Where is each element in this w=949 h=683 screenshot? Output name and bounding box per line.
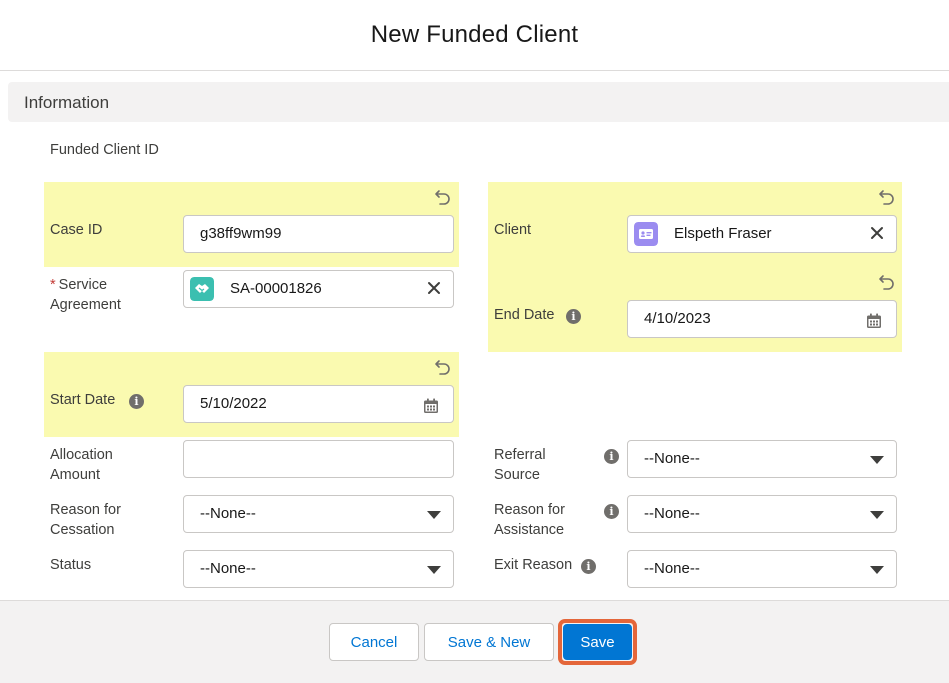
- chevron-down-icon: [870, 511, 884, 519]
- reason-for-assistance-value: --None--: [644, 505, 700, 522]
- exit-reason-value: --None--: [644, 560, 700, 577]
- case-id-label: Case ID: [50, 222, 103, 238]
- clear-client-icon[interactable]: [868, 224, 886, 242]
- referral-source-info-icon[interactable]: i: [604, 449, 619, 464]
- case-id-value: g38ff9wm99: [200, 225, 282, 242]
- end-date-value: 4/10/2023: [644, 310, 711, 327]
- case-id-input[interactable]: g38ff9wm99: [183, 215, 454, 253]
- chevron-down-icon: [427, 566, 441, 574]
- allocation-amount-label: Allocation Amount: [50, 447, 113, 483]
- cancel-button[interactable]: Cancel: [329, 623, 419, 661]
- handshake-icon: [190, 277, 214, 301]
- end-date-info-icon[interactable]: i: [566, 309, 581, 324]
- status-select[interactable]: --None--: [183, 550, 454, 588]
- reason-for-cessation-select[interactable]: --None--: [183, 495, 454, 533]
- chevron-down-icon: [427, 511, 441, 519]
- clear-service-agreement-icon[interactable]: [425, 279, 443, 297]
- modal-title: New Funded Client: [370, 21, 579, 48]
- modal-header: New Funded Client: [0, 0, 949, 71]
- start-date-info-icon[interactable]: i: [129, 394, 144, 409]
- save-and-new-button[interactable]: Save & New: [424, 623, 554, 661]
- client-value: Elspeth Fraser: [674, 225, 772, 242]
- reason-for-cessation-value: --None--: [200, 505, 256, 522]
- section-title: Information: [24, 93, 110, 112]
- end-date-input[interactable]: 4/10/2023: [627, 300, 897, 338]
- reason-for-assistance-select[interactable]: --None--: [627, 495, 897, 533]
- calendar-icon[interactable]: [866, 313, 882, 329]
- client-lookup[interactable]: Elspeth Fraser: [627, 215, 897, 253]
- calendar-icon[interactable]: [423, 398, 439, 414]
- required-indicator: *: [50, 277, 56, 293]
- section-information[interactable]: Information: [8, 82, 949, 122]
- referral-source-select[interactable]: --None--: [627, 440, 897, 478]
- service-agreement-value: SA-00001826: [230, 280, 322, 297]
- service-agreement-lookup[interactable]: SA-00001826: [183, 270, 454, 308]
- undo-case-id-icon[interactable]: [434, 188, 452, 206]
- funded-client-id-label: Funded Client ID: [50, 142, 159, 158]
- start-date-input[interactable]: 5/10/2022: [183, 385, 454, 423]
- exit-reason-label: Exit Reason: [494, 557, 573, 573]
- referral-source-label: Referral Source: [494, 447, 546, 483]
- status-label: Status: [50, 557, 92, 573]
- exit-reason-select[interactable]: --None--: [627, 550, 897, 588]
- undo-start-date-icon[interactable]: [434, 358, 452, 376]
- start-date-value: 5/10/2022: [200, 395, 267, 412]
- exit-reason-info-icon[interactable]: i: [581, 559, 596, 574]
- service-agreement-label: * Service Agreement: [50, 277, 121, 313]
- client-label: Client: [494, 222, 532, 238]
- save-button[interactable]: Save: [563, 624, 632, 660]
- reason-for-assistance-info-icon[interactable]: i: [604, 504, 619, 519]
- undo-client-icon[interactable]: [878, 188, 896, 206]
- referral-source-value: --None--: [644, 450, 700, 467]
- reason-for-cessation-label: Reason for Cessation: [50, 502, 121, 538]
- reason-for-assistance-label: Reason for Assistance: [494, 502, 565, 538]
- start-date-label: Start Date: [50, 392, 116, 408]
- allocation-amount-input[interactable]: [183, 440, 454, 478]
- undo-end-date-icon[interactable]: [878, 273, 896, 291]
- chevron-down-icon: [870, 456, 884, 464]
- contact-card-icon: [634, 222, 658, 246]
- end-date-label: End Date: [494, 307, 555, 323]
- status-value: --None--: [200, 560, 256, 577]
- chevron-down-icon: [870, 566, 884, 574]
